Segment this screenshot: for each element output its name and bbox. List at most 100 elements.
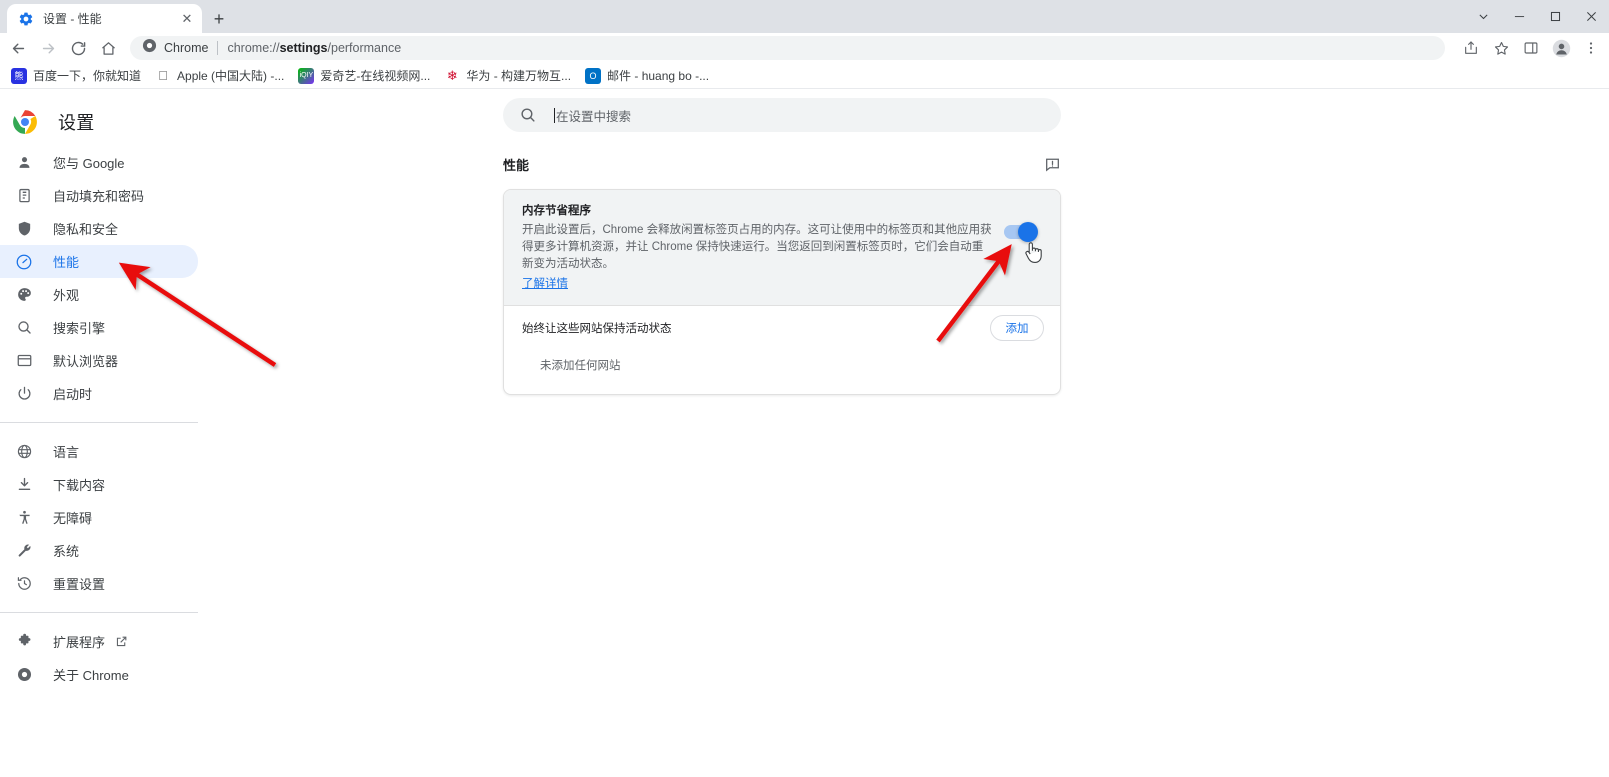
sidebar-item-label: 扩展程序 [53, 635, 106, 650]
memory-saver-text: 内存节省程序 开启此设置后，Chrome 会释放闲置标签页占用的内存。这可让使用… [522, 203, 996, 292]
browser-toolbar: Chrome chrome://settings/performance [0, 33, 1609, 63]
bookmark-item[interactable]: ❄ 华为 - 构建万物互... [437, 65, 578, 87]
browser-window-icon [14, 351, 34, 371]
globe-icon [14, 442, 34, 462]
keep-active-row: 始终让这些网站保持活动状态 添加 [504, 306, 1060, 350]
settings-main: 在设置中搜索 性能 内存节省程序 开启此设置后，Chrome 会释放闲置标签页占… [206, 89, 1609, 777]
section-header: 性能 [503, 149, 1061, 179]
text-caret [554, 107, 555, 123]
profile-avatar-icon[interactable] [1547, 34, 1575, 62]
outlook-icon: O [585, 67, 602, 84]
puzzle-icon [14, 632, 34, 652]
close-window-icon[interactable] [1573, 0, 1609, 33]
omnibox-chip: Chrome [142, 38, 208, 58]
sidebar-item-label: 您与 Google [53, 156, 125, 171]
sidebar-item-label: 系统 [53, 544, 80, 559]
sidebar-item-privacy-security[interactable]: 隐私和安全 [0, 212, 198, 245]
sidebar-item-about-chrome[interactable]: 关于 Chrome [0, 658, 198, 691]
person-icon [14, 153, 34, 173]
more-menu-icon[interactable] [1577, 34, 1605, 62]
close-tab-icon[interactable]: ✕ [179, 11, 195, 27]
side-panel-icon[interactable] [1517, 34, 1545, 62]
sidebar-item-label: 关于 Chrome [53, 668, 129, 683]
feedback-icon[interactable] [1044, 156, 1061, 173]
bookmarks-bar: 熊 百度一下，你就知道  Apple (中国大陆) -... iQIY 爱奇艺… [0, 63, 1609, 89]
sidebar-item-default-browser[interactable]: 默认浏览器 [0, 344, 198, 377]
sidebar-item-downloads[interactable]: 下载内容 [0, 468, 198, 501]
clipboard-icon [14, 186, 34, 206]
browser-window: 设置 - 性能 ✕ + Chrome chrome://settings/per… [0, 0, 1609, 777]
hand-cursor [1025, 242, 1042, 263]
sidebar-item-search-engine[interactable]: 搜索引擎 [0, 311, 198, 344]
new-tab-button[interactable]: + [207, 7, 231, 31]
memory-saver-toggle[interactable] [1003, 222, 1038, 242]
speedometer-icon [14, 252, 34, 272]
settings-header: 设置 [0, 98, 206, 146]
search-field[interactable]: 在设置中搜索 [554, 106, 631, 125]
bookmark-star-icon[interactable] [1487, 34, 1515, 62]
bookmark-item[interactable]:  Apple (中国大陆) -... [148, 65, 291, 87]
search-placeholder: 在设置中搜索 [556, 109, 632, 124]
sidebar-item-appearance[interactable]: 外观 [0, 278, 198, 311]
browser-tab[interactable]: 设置 - 性能 ✕ [7, 4, 202, 33]
sidebar-item-extensions[interactable]: 扩展程序 [0, 625, 198, 658]
bookmark-label: Apple (中国大陆) -... [177, 69, 285, 83]
bookmark-item[interactable]: O 邮件 - huang bo -... [578, 65, 716, 87]
sidebar-item-you-and-google[interactable]: 您与 Google [0, 146, 198, 179]
bookmark-item[interactable]: 熊 百度一下，你就知道 [4, 65, 148, 87]
palette-icon [14, 285, 34, 305]
apple-icon:  [155, 68, 171, 84]
home-icon[interactable] [94, 34, 122, 62]
chrome-logo-icon [12, 109, 38, 135]
accessibility-icon [14, 508, 34, 528]
bookmark-label: 华为 - 构建万物互... [466, 69, 572, 83]
shield-icon [14, 219, 34, 239]
sidebar-item-performance[interactable]: 性能 [0, 245, 198, 278]
back-arrow-icon[interactable] [4, 34, 32, 62]
power-icon [14, 384, 34, 404]
reload-icon[interactable] [64, 34, 92, 62]
tab-search-icon[interactable] [1465, 0, 1501, 33]
empty-state-text: 未添加任何网站 [540, 360, 621, 372]
title-bar: 设置 - 性能 ✕ + [0, 0, 1609, 33]
sidebar-item-languages[interactable]: 语言 [0, 435, 198, 468]
minimize-icon[interactable] [1501, 0, 1537, 33]
sidebar-item-label: 下载内容 [53, 478, 106, 493]
external-link-icon [115, 635, 128, 648]
search-input[interactable]: 在设置中搜索 [503, 98, 1061, 132]
address-bar[interactable]: Chrome chrome://settings/performance [130, 36, 1445, 60]
sidebar-item-label: 无障碍 [53, 511, 93, 526]
bookmark-label: 爱奇艺-在线视频网... [320, 69, 431, 83]
settings-sidebar: 您与 Google 自动填充和密码 隐私和安全 性能 外观 搜索引擎 默认浏览器… [0, 146, 206, 691]
sidebar-item-label: 自动填充和密码 [53, 189, 145, 204]
url-suffix: /performance [327, 41, 402, 55]
performance-card: 内存节省程序 开启此设置后，Chrome 会释放闲置标签页占用的内存。这可让使用… [503, 189, 1061, 395]
omnibox-chip-label: Chrome [164, 41, 209, 55]
sidebar-divider [0, 612, 198, 613]
chrome-outline-icon [14, 665, 34, 685]
maximize-icon[interactable] [1537, 0, 1573, 33]
sidebar-item-system[interactable]: 系统 [0, 534, 198, 567]
sidebar-divider [0, 422, 198, 423]
settings-page: 设置 您与 Google 自动填充和密码 隐私和安全 性能 外观 搜索引擎 默认… [0, 89, 1609, 777]
sidebar-item-label: 搜索引擎 [53, 321, 106, 336]
sidebar-item-reset-settings[interactable]: 重置设置 [0, 567, 198, 600]
omnibox-url[interactable]: chrome://settings/performance [227, 41, 401, 55]
memory-saver-row[interactable]: 内存节省程序 开启此设置后，Chrome 会释放闲置标签页占用的内存。这可让使用… [504, 190, 1060, 306]
section-title: 性能 [503, 157, 530, 173]
share-icon[interactable] [1457, 34, 1485, 62]
learn-more-link[interactable]: 了解详情 [522, 275, 568, 291]
url-prefix: chrome:// [227, 41, 280, 55]
keep-active-empty-row: 未添加任何网站 [504, 350, 1060, 394]
forward-arrow-icon[interactable] [34, 34, 62, 62]
sidebar-item-autofill[interactable]: 自动填充和密码 [0, 179, 198, 212]
sidebar-item-label: 语言 [53, 445, 80, 460]
bookmark-item[interactable]: iQIY 爱奇艺-在线视频网... [291, 65, 437, 87]
sidebar-item-label: 性能 [53, 255, 80, 270]
sidebar-item-on-startup[interactable]: 启动时 [0, 377, 198, 410]
memory-saver-toggle-wrap [996, 203, 1044, 242]
add-site-button[interactable]: 添加 [990, 315, 1044, 341]
iqiyi-icon: iQIY [298, 67, 315, 84]
omnibox-divider [217, 41, 219, 55]
sidebar-item-accessibility[interactable]: 无障碍 [0, 501, 198, 534]
